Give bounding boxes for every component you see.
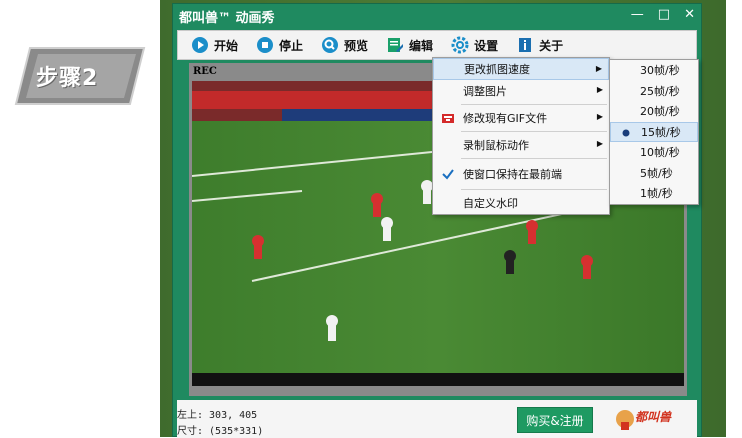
close-button[interactable]: ✕ xyxy=(684,7,695,22)
gear-icon xyxy=(451,36,469,54)
about-label: 关于 xyxy=(539,38,564,53)
speed-option[interactable]: 25帧/秒 xyxy=(610,81,698,102)
menu-item-custom-watermark[interactable]: 自定义水印 xyxy=(433,192,609,214)
start-button[interactable]: 开始 xyxy=(184,32,245,58)
menu-item-label: 自定义水印 xyxy=(463,197,518,210)
speed-option[interactable]: 5帧/秒 xyxy=(610,163,698,184)
stop-label: 停止 xyxy=(279,38,304,53)
video-bottom-bar xyxy=(192,373,684,386)
settings-label: 设置 xyxy=(474,38,499,53)
play-icon xyxy=(191,36,209,54)
radio-dot-icon xyxy=(619,126,633,140)
checkmark-icon xyxy=(441,167,455,181)
menu-separator xyxy=(461,131,607,132)
stop-icon xyxy=(256,36,274,54)
menu-item-label: 更改抓图速度 xyxy=(464,63,530,76)
speed-option-label: 5帧/秒 xyxy=(640,166,673,180)
menu-separator xyxy=(461,158,607,159)
rec-label: REC xyxy=(193,66,217,77)
speed-option-label: 30帧/秒 xyxy=(640,64,680,78)
speed-option[interactable]: 1帧/秒 xyxy=(610,183,698,204)
submenu-arrow-icon: ▶ xyxy=(596,112,603,121)
speed-submenu: 30帧/秒 25帧/秒 20帧/秒 15帧/秒 10帧/秒 5帧/秒 1帧/秒 xyxy=(609,59,699,205)
speed-option-label: 1帧/秒 xyxy=(640,187,673,201)
magnifier-icon xyxy=(321,36,339,54)
edit-label: 编辑 xyxy=(409,38,434,53)
speed-option-label: 10帧/秒 xyxy=(640,146,680,160)
menu-item-label: 录制鼠标动作 xyxy=(463,139,529,152)
maximize-button[interactable]: □ xyxy=(658,7,670,22)
speed-option-label: 20帧/秒 xyxy=(640,105,680,119)
minimize-button[interactable]: — xyxy=(631,7,644,22)
settings-menu: 更改抓图速度 ▶ 调整图片 ▶ 修改现有GIF文件 ▶ 录制鼠标动作 ▶ 使窗口… xyxy=(432,57,610,215)
speed-option[interactable]: 10帧/秒 xyxy=(610,142,698,163)
menu-item-adjust-image[interactable]: 调整图片 ▶ xyxy=(433,80,609,102)
menu-item-change-speed[interactable]: 更改抓图速度 ▶ xyxy=(433,58,609,80)
menu-item-record-mouse[interactable]: 录制鼠标动作 ▶ xyxy=(433,134,609,156)
toolbar: 开始 停止 预览 编辑 设置 关于 xyxy=(177,30,697,60)
about-button[interactable]: 关于 xyxy=(509,32,570,58)
menu-item-label: 修改现有GIF文件 xyxy=(463,112,548,125)
settings-button[interactable]: 设置 xyxy=(444,32,505,58)
speed-option[interactable]: 20帧/秒 xyxy=(610,101,698,122)
step-label: 步骤2 xyxy=(36,66,99,91)
submenu-arrow-icon: ▶ xyxy=(596,139,603,148)
preview-button[interactable]: 预览 xyxy=(314,32,375,58)
speed-option[interactable]: 30帧/秒 xyxy=(610,60,698,81)
window-title: 都叫兽™ 动画秀 xyxy=(179,10,275,26)
title-bar: 都叫兽™ 动画秀 xyxy=(173,4,701,28)
window-controls: — □ ✕ xyxy=(631,7,695,22)
buy-register-button[interactable]: 购买&注册 xyxy=(517,407,593,433)
app-logo: 都叫兽 xyxy=(615,404,685,434)
stop-button[interactable]: 停止 xyxy=(249,32,310,58)
logo-text: 都叫兽 xyxy=(635,410,672,424)
edit-button[interactable]: 编辑 xyxy=(379,32,440,58)
submenu-arrow-icon: ▶ xyxy=(596,85,603,94)
menu-item-label: 调整图片 xyxy=(463,85,507,98)
gif-edit-icon xyxy=(441,111,455,125)
menu-separator xyxy=(461,104,607,105)
preview-label: 预览 xyxy=(344,38,369,53)
menu-item-modify-gif[interactable]: 修改现有GIF文件 ▶ xyxy=(433,107,609,129)
status-area: 左上: 303, 405 尺寸: (535*331) 购买&注册 都叫兽 xyxy=(177,400,697,438)
menu-item-label: 使窗口保持在最前端 xyxy=(463,168,562,181)
start-label: 开始 xyxy=(214,38,239,53)
speed-option-label: 25帧/秒 xyxy=(640,84,680,98)
size-readout: 尺寸: (535*331) xyxy=(177,426,264,437)
speed-option-label: 15帧/秒 xyxy=(641,125,681,139)
submenu-arrow-icon: ▶ xyxy=(595,64,602,73)
edit-icon xyxy=(386,36,404,54)
menu-separator xyxy=(461,189,607,190)
menu-item-always-on-top[interactable]: 使窗口保持在最前端 xyxy=(433,161,609,187)
info-icon xyxy=(516,36,534,54)
speed-option-selected[interactable]: 15帧/秒 xyxy=(610,121,698,142)
position-readout: 左上: 303, 405 xyxy=(177,410,258,421)
